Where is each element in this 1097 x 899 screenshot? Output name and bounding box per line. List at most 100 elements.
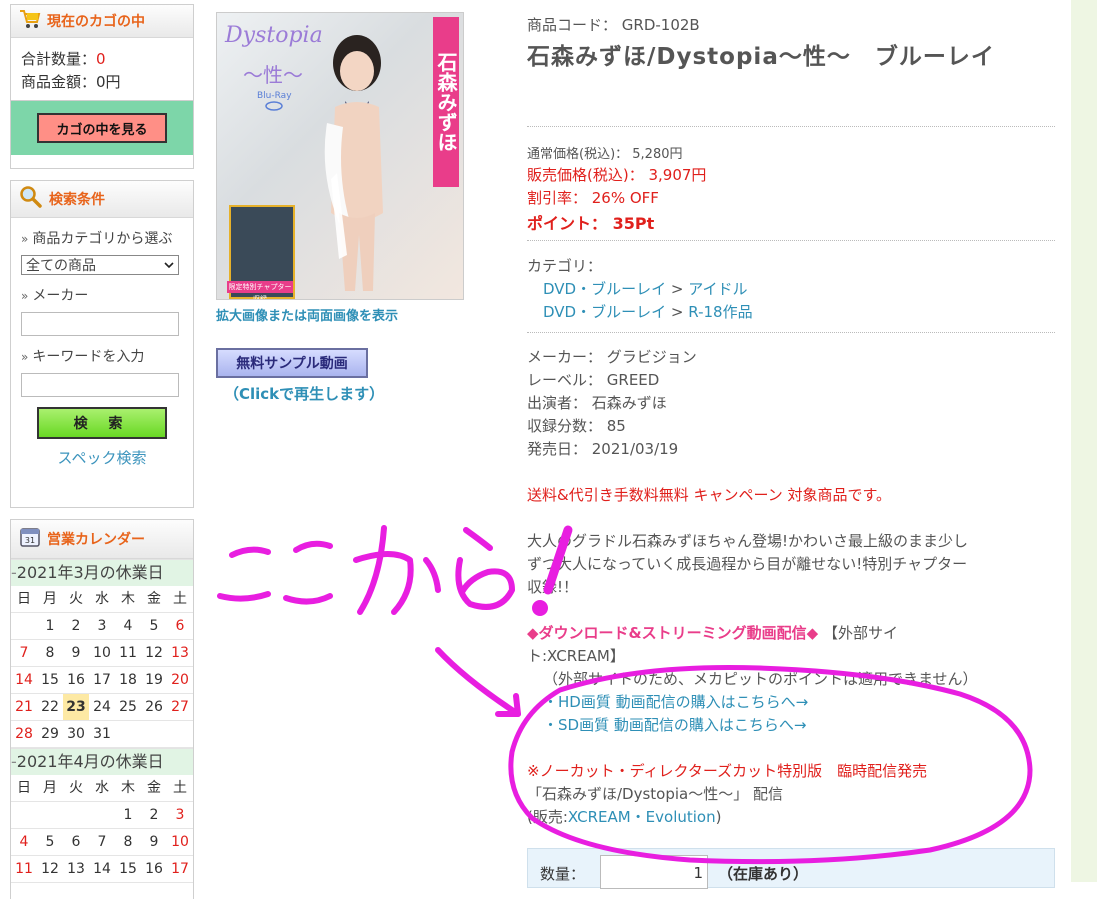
calendar-day: 14 <box>89 856 115 883</box>
calendar-day: 6 <box>63 829 89 856</box>
category-select-value: 全ての商品 <box>26 258 96 274</box>
category-select[interactable]: 全ての商品 <box>21 255 179 275</box>
product-code: 商品コード： GRD-102B <box>527 16 700 34</box>
calendar-box-header: 31 営業カレンダー <box>11 520 193 559</box>
cart-quantity-value: 0 <box>96 50 106 68</box>
sd-purchase-link[interactable]: ・SD画質 動画配信の購入はこちらへ→ <box>543 714 1055 735</box>
double-chevron-icon: » <box>21 289 29 303</box>
hd-purchase-link[interactable]: ・HD画質 動画配信の購入はこちらへ→ <box>543 691 1055 712</box>
category-link-dvd-bluray[interactable]: DVD・ブルーレイ <box>543 303 666 321</box>
calendar-day: 1 <box>115 802 141 829</box>
calendar-empty-cell <box>63 802 89 829</box>
product-title: 石森みずほ/Dystopia〜性〜 ブルーレイ <box>527 44 995 70</box>
category-link-dvd-bluray[interactable]: DVD・ブルーレイ <box>543 280 666 298</box>
quantity-label: 数量： <box>540 865 586 883</box>
calendar-day: 21 <box>11 694 37 721</box>
chevron-down-icon <box>164 257 174 273</box>
calendar-weekday: 土 <box>167 775 193 802</box>
calendar-day: 17 <box>89 667 115 694</box>
calendar-box: 31 営業カレンダー -2021年3月の休業日 日月火水木金土123456789… <box>10 519 194 899</box>
page-right-margin <box>1071 0 1097 882</box>
calendar-weekday: 火 <box>63 775 89 802</box>
cover-format-text: Blu-Ray <box>257 91 292 101</box>
maker-input[interactable] <box>21 312 179 336</box>
calendar-day: 4 <box>11 829 37 856</box>
calendar-month-title: -2021年4月の休業日 <box>11 748 193 775</box>
cover-model-figure <box>324 35 383 291</box>
calendar-day: 7 <box>11 640 37 667</box>
calendar-day: 5 <box>141 613 167 640</box>
keyword-input[interactable] <box>21 373 179 397</box>
calendar-month-grid: 日月火水木金土 1 2 3 4 5 6 7 8 9 10 11 12 13 14 15 16 17 18 19 20 21… <box>11 586 193 748</box>
calendar-day: 7 <box>89 829 115 856</box>
view-cart-button[interactable]: カゴの中を見る <box>37 113 167 143</box>
cart-quantity: 合計数量：0 <box>21 48 183 71</box>
calendar-day: 16 <box>63 667 89 694</box>
calendar-day: 15 <box>37 667 63 694</box>
stock-status: （在庫あり） <box>718 865 809 883</box>
runtime-info: 収録分数： 85 <box>527 417 626 435</box>
magnifier-icon <box>19 185 43 213</box>
description-line: 収録!！ <box>527 578 579 596</box>
description-line: ずつ大人になっていく成長過程から目が離せない!特別チャプター <box>527 555 968 573</box>
calendar-day: 30 <box>63 721 89 748</box>
keyword-label-text: キーワードを入力 <box>32 349 145 365</box>
maker-label-text: メーカー <box>32 288 89 304</box>
calendar-day: 18 <box>115 667 141 694</box>
calendar-day: 13 <box>63 856 89 883</box>
download-note: （外部サイトのため、メカピットのポイントは適用できません） <box>543 670 978 688</box>
quantity-input[interactable]: 1 <box>600 855 708 889</box>
campaign-notice: 送料&代引き手数料無料 キャンペーン 対象商品です。 <box>527 486 891 504</box>
calendar-day: 1 <box>37 613 63 640</box>
calendar-weekday: 火 <box>63 586 89 613</box>
calendar-title: 営業カレンダー <box>47 531 145 547</box>
download-site-text: 【外部サイ <box>822 624 898 642</box>
calendar-weekday: 日 <box>11 586 37 613</box>
cart-icon <box>19 9 41 33</box>
calendar-weekday: 水 <box>89 775 115 802</box>
special-edition-notice: ※ノーカット・ディレクターズカット特別版 臨時配信発売 <box>527 762 928 780</box>
calendar-day: 27 <box>167 694 193 721</box>
calendar-day: 8 <box>115 829 141 856</box>
free-sample-video-button[interactable]: 無料サンプル動画 <box>216 348 368 378</box>
category-link-r18[interactable]: R-18作品 <box>688 303 752 321</box>
calendar-day: 10 <box>89 640 115 667</box>
calendar-empty-cell <box>11 802 37 829</box>
cart-title: 現在のカゴの中 <box>47 13 145 29</box>
calendar-day: 9 <box>63 640 89 667</box>
quantity-panel: 数量： 1 （在庫あり） <box>527 848 1055 889</box>
maker-filter-label: » メーカー <box>21 285 183 308</box>
calendar-day: 24 <box>89 694 115 721</box>
category-link-idol[interactable]: アイドル <box>688 280 747 298</box>
svg-text:31: 31 <box>25 536 35 545</box>
search-title: 検索条件 <box>49 191 105 207</box>
double-chevron-icon: » <box>21 350 29 364</box>
search-box: 検索条件 » 商品カテゴリから選ぶ 全ての商品 » メーカー » キーワードを入… <box>10 180 194 508</box>
double-chevron-icon: » <box>21 232 29 246</box>
performer-info: 出演者： 石森みずほ <box>527 394 667 412</box>
calendar-day: 20 <box>167 667 193 694</box>
enlarge-image-link[interactable]: 拡大画像または両面画像を表示 <box>216 305 398 324</box>
search-button[interactable]: 検 索 <box>37 407 167 439</box>
cart-box-header: 現在のカゴの中 <box>11 5 193 38</box>
calendar-day: 29 <box>37 721 63 748</box>
spec-search-link[interactable]: スペック検索 <box>21 447 183 468</box>
sold-by-link[interactable]: XCREAM・Evolution <box>568 808 716 826</box>
download-section-heading: ◆ダウンロード&ストリーミング動画配信◆ 【外部サイ <box>527 622 1055 643</box>
calendar-icon: 31 <box>19 526 41 552</box>
calendar-day: 8 <box>37 640 63 667</box>
cart-quantity-label: 合計数量： <box>21 50 97 68</box>
category-label: カテゴリ： <box>527 257 603 275</box>
calendar-day: 17 <box>167 856 193 883</box>
search-box-header: 検索条件 <box>11 181 193 218</box>
calendar-day: 9 <box>141 829 167 856</box>
breadcrumb-separator: > <box>670 303 684 321</box>
calendar-day: 19 <box>141 667 167 694</box>
calendar-day: 2 <box>141 802 167 829</box>
cart-amount: 商品金額：0円 <box>21 73 121 91</box>
product-image[interactable]: Dystopia 〜性〜 Blu-Ray 石森みずほ 限定特別チャプター収録 <box>216 12 464 300</box>
sold-by-prefix: (販売: <box>527 808 568 826</box>
calendar-empty-cell <box>141 721 167 748</box>
cover-performer-name: 石森みずほ <box>433 17 459 187</box>
label-info: レーベル： GREED <box>527 371 660 389</box>
